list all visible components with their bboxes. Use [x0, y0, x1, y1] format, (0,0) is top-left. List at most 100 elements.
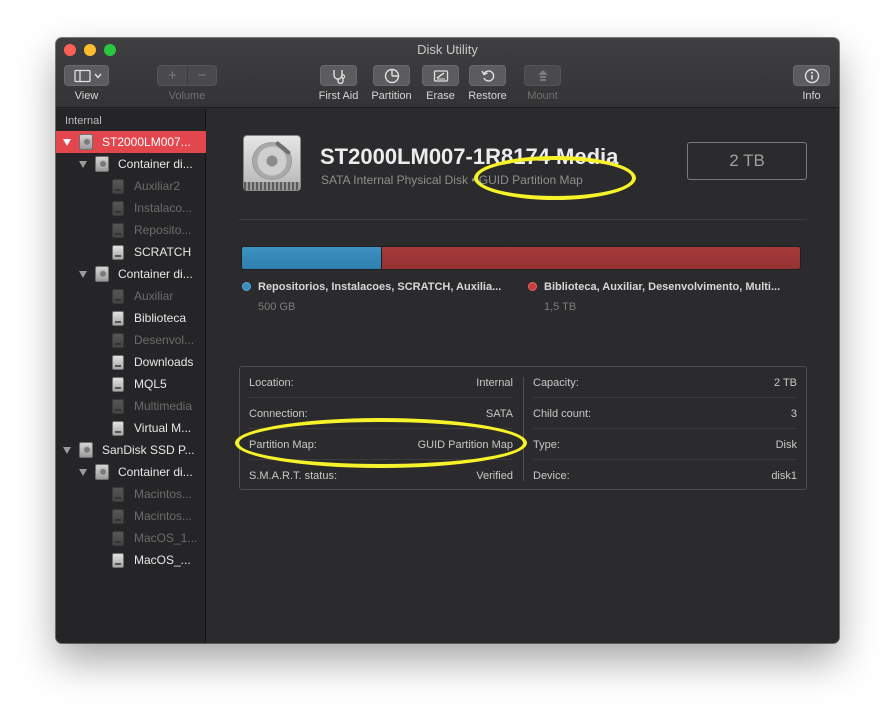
- sidebar-item-label: Reposito...: [134, 223, 192, 237]
- disclosure-triangle-icon[interactable]: [79, 468, 87, 476]
- info-row-type: Type: Disk: [524, 429, 807, 460]
- mount-icon: [537, 69, 548, 81]
- sidebar-item-label: SCRATCH: [134, 245, 192, 259]
- erase-button[interactable]: [422, 65, 459, 86]
- sidebar-item-volume[interactable]: Reposito...: [56, 219, 206, 241]
- sidebar-item-volume[interactable]: Biblioteca: [56, 307, 206, 329]
- hard-disk-icon: [79, 134, 93, 150]
- minus-icon[interactable]: −: [187, 66, 216, 85]
- info-row-device: Device: disk1: [524, 460, 807, 491]
- first-aid-label: First Aid: [318, 90, 359, 102]
- info-row-child-count: Child count: 3: [524, 398, 807, 429]
- legend-title-partition-2: Biblioteca, Auxiliar, Desenvolvimento, M…: [544, 281, 781, 293]
- container-disk-icon: [95, 266, 109, 282]
- plus-icon[interactable]: +: [158, 66, 187, 85]
- sidebar-item-label: Instalaco...: [134, 201, 193, 215]
- info-key: Connection:: [249, 407, 308, 420]
- sidebar-item-volume[interactable]: MQL5: [56, 373, 206, 395]
- sidebar-item-label: Macintos...: [134, 487, 193, 501]
- disk-utility-window: Disk Utility View + − Volume First Aid P…: [56, 38, 839, 643]
- sidebar-item-label: Desenvol...: [134, 333, 195, 347]
- stethoscope-icon: [332, 69, 345, 84]
- info-row-location: Location: Internal: [240, 367, 523, 398]
- sidebar: Internal ST2000LM007... Container di... …: [56, 109, 206, 643]
- info-value: 2 TB: [773, 376, 797, 389]
- info-value: Disk: [775, 438, 797, 451]
- legend-dot-blue: [242, 282, 251, 291]
- toolbar: Disk Utility View + − Volume First Aid P…: [56, 38, 839, 108]
- sidebar-item-label: Virtual M...: [134, 421, 192, 435]
- sidebar-item-volume[interactable]: Desenvol...: [56, 329, 206, 351]
- usage-segment-partition-2: [381, 247, 800, 269]
- sidebar-item-volume[interactable]: SCRATCH: [56, 241, 206, 263]
- sidebar-item-volume[interactable]: Auxiliar: [56, 285, 206, 307]
- sidebar-item-label: Downloads: [134, 355, 194, 369]
- sidebar-item-volume[interactable]: MacOS_...: [56, 549, 206, 571]
- sidebar-item-label: MacOS_...: [134, 553, 191, 567]
- info-button[interactable]: [793, 65, 830, 86]
- usage-bar: [241, 246, 801, 270]
- info-value: disk1: [771, 469, 797, 482]
- sidebar-item-container-2[interactable]: Container di...: [56, 263, 206, 285]
- partition-button[interactable]: [373, 65, 410, 86]
- disclosure-triangle-icon[interactable]: [63, 138, 71, 146]
- erase-icon: [433, 69, 448, 82]
- volume-button-group[interactable]: + −: [157, 65, 217, 86]
- info-key: Capacity:: [533, 376, 579, 389]
- volume-icon: [112, 244, 124, 260]
- info-value: Verified: [476, 469, 513, 482]
- legend-title-partition-1: Repositorios, Instalacoes, SCRATCH, Auxi…: [258, 281, 502, 293]
- sidebar-item-volume[interactable]: Instalaco...: [56, 197, 206, 219]
- container-disk-icon: [95, 156, 109, 172]
- volume-icon: [112, 178, 124, 194]
- volume-icon: [112, 200, 124, 216]
- info-value: Internal: [476, 376, 513, 389]
- sidebar-item-volume[interactable]: MacOS_1...: [56, 527, 206, 549]
- disclosure-triangle-icon[interactable]: [79, 160, 87, 168]
- info-row-partition-map: Partition Map: GUID Partition Map: [240, 429, 523, 460]
- sidebar-item-container-1[interactable]: Container di...: [56, 153, 206, 175]
- volume-icon: [112, 354, 124, 370]
- sidebar-item-label: Container di...: [118, 267, 193, 281]
- sidebar-item-volume[interactable]: Auxiliar2: [56, 175, 206, 197]
- volume-label: Volume: [168, 90, 206, 102]
- volume-icon: [112, 420, 124, 436]
- info-key: Location:: [249, 376, 294, 389]
- sidebar-item-label: Container di...: [118, 157, 193, 171]
- sidebar-item-disk-st2000[interactable]: ST2000LM007...: [56, 131, 206, 153]
- info-value: 3: [790, 407, 797, 420]
- first-aid-button[interactable]: [320, 65, 357, 86]
- sidebar-item-volume[interactable]: Macintos...: [56, 483, 206, 505]
- sidebar-item-volume[interactable]: Virtual M...: [56, 417, 206, 439]
- info-value: GUID Partition Map: [417, 438, 513, 451]
- info-key: Partition Map:: [249, 438, 317, 451]
- sidebar-item-label: Auxiliar: [134, 289, 174, 303]
- usage-segment-partition-1: [242, 247, 382, 269]
- sidebar-item-volume[interactable]: Multimedia: [56, 395, 206, 417]
- sidebar-item-label: Multimedia: [134, 399, 193, 413]
- info-key: Child count:: [533, 407, 592, 420]
- restore-icon: [480, 69, 494, 82]
- disclosure-triangle-icon[interactable]: [63, 446, 71, 454]
- disk-name-title: ST2000LM007-1R8174 Media: [320, 144, 619, 169]
- legend-dot-red: [528, 282, 537, 291]
- disclosure-triangle-icon[interactable]: [79, 270, 87, 278]
- sidebar-item-volume[interactable]: Macintos...: [56, 505, 206, 527]
- volume-icon: [112, 376, 124, 392]
- hard-disk-icon: [79, 442, 93, 458]
- info-value: SATA: [485, 407, 513, 420]
- volume-icon: [112, 332, 124, 348]
- view-label: View: [74, 90, 99, 102]
- internal-hard-disk-icon: [243, 135, 301, 191]
- legend-size-partition-2: 1,5 TB: [544, 301, 577, 313]
- volume-icon: [112, 398, 124, 414]
- mount-button[interactable]: [524, 65, 561, 86]
- disk-detail-pane: ST2000LM007-1R8174 Media SATA Internal P…: [207, 109, 839, 643]
- restore-button[interactable]: [469, 65, 506, 86]
- view-button[interactable]: [64, 65, 109, 86]
- sidebar-item-container-3[interactable]: Container di...: [56, 461, 206, 483]
- sidebar-item-label: MacOS_1...: [134, 531, 198, 545]
- sidebar-item-volume[interactable]: Downloads: [56, 351, 206, 373]
- sidebar-item-label: MQL5: [134, 377, 167, 391]
- sidebar-item-disk-sandisk[interactable]: SanDisk SSD P...: [56, 439, 206, 461]
